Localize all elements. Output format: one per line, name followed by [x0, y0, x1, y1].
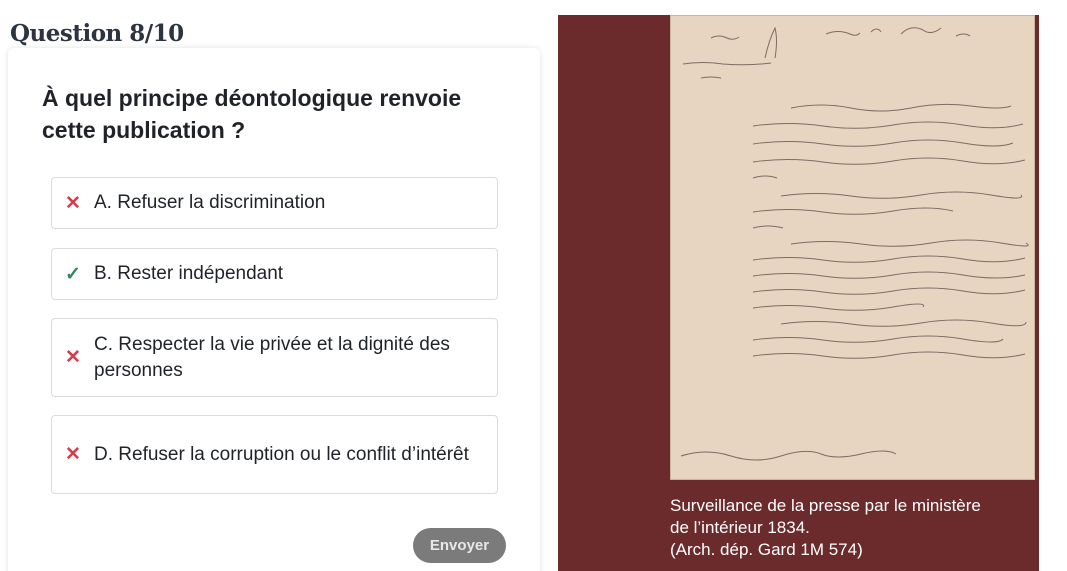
wrong-icon: ✕: [65, 192, 81, 214]
historical-letter-image: [670, 15, 1035, 480]
caption-line: de l’intérieur 1834.: [670, 518, 810, 537]
answer-label: D. Refuser la corruption ou le conflit d…: [94, 443, 469, 465]
answer-option-b[interactable]: ✓ B. Rester indépendant: [51, 248, 498, 300]
quiz-page: Question 8/10 À quel principe déontologi…: [0, 0, 1067, 571]
question-counter: Question 8/10: [10, 20, 184, 47]
check-icon: ✓: [65, 263, 81, 285]
document-caption: Surveillance de la presse par le ministè…: [670, 495, 1030, 561]
document-panel: Surveillance de la presse par le ministè…: [558, 15, 1039, 571]
caption-line: Surveillance de la presse par le ministè…: [670, 496, 981, 515]
caption-source: (Arch. dép. Gard 1M 574): [670, 540, 863, 559]
answer-option-c[interactable]: ✕ C. Respecter la vie privée et la digni…: [51, 318, 498, 397]
question-card: À quel principe déontologique renvoie ce…: [8, 48, 540, 571]
answer-option-d[interactable]: ✕ D. Refuser la corruption ou le conflit…: [51, 415, 498, 494]
answer-label: B. Rester indépendant: [94, 263, 284, 284]
answer-label: C. Respecter la vie privée et la dignité…: [94, 333, 450, 381]
answer-option-a[interactable]: ✕ A. Refuser la discrimination: [51, 177, 498, 229]
question-text: À quel principe déontologique renvoie ce…: [42, 85, 462, 143]
wrong-icon: ✕: [65, 347, 81, 368]
wrong-icon: ✕: [65, 444, 81, 465]
send-button[interactable]: Envoyer: [413, 528, 506, 563]
answer-label: A. Refuser la discrimination: [94, 192, 326, 213]
handwriting-illustration: [680, 26, 1029, 461]
